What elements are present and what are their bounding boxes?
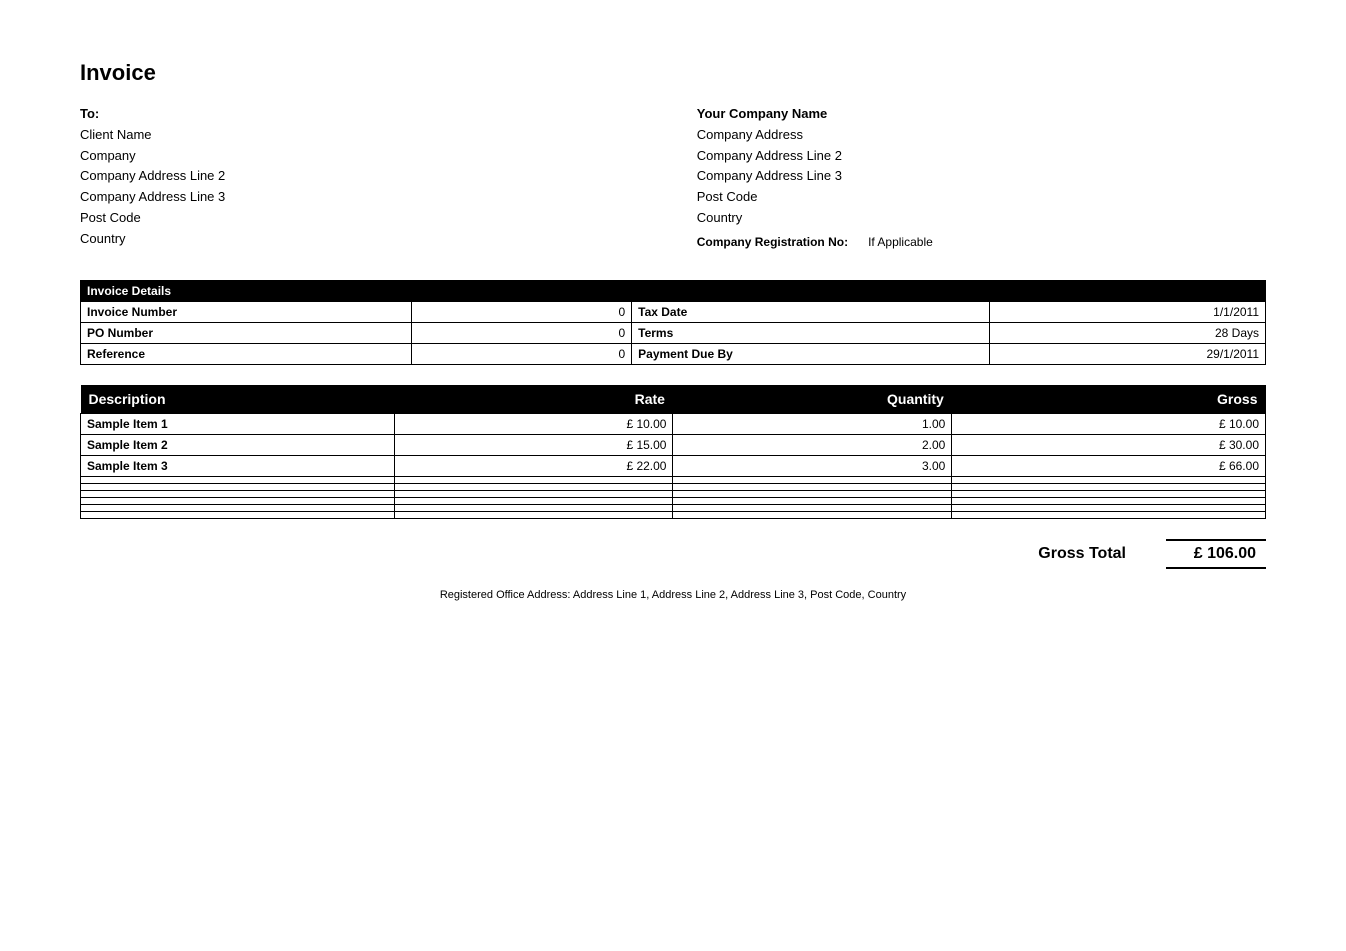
- seller-company-name: Your Company Name: [697, 104, 1266, 125]
- seller-address-line2: Company Address Line 2: [697, 146, 1266, 167]
- invoice-details-table: Invoice Details Invoice Number 0 Tax Dat…: [80, 280, 1266, 365]
- col-description: Description: [81, 385, 395, 414]
- item-gross: [952, 476, 1266, 483]
- details-row-1: Invoice Number 0 Tax Date 1/1/2011: [81, 301, 1266, 322]
- table-row: [81, 497, 1266, 504]
- tax-date-value: 1/1/2011: [990, 301, 1266, 322]
- client-address-line2: Company Address Line 2: [80, 166, 649, 187]
- gross-total-value: £ 106.00: [1166, 539, 1266, 569]
- payment-due-label: Payment Due By: [632, 343, 990, 364]
- item-description: Sample Item 2: [81, 434, 395, 455]
- item-quantity: [673, 497, 952, 504]
- items-header-row: Description Rate Quantity Gross: [81, 385, 1266, 414]
- reference-value: 0: [411, 343, 631, 364]
- po-number-label: PO Number: [81, 322, 412, 343]
- table-row: Sample Item 2 £ 15.00 2.00 £ 30.00: [81, 434, 1266, 455]
- item-rate: [394, 490, 673, 497]
- client-company: Company: [80, 146, 649, 167]
- items-table: Description Rate Quantity Gross Sample I…: [80, 385, 1266, 519]
- client-address: To: Client Name Company Company Address …: [80, 104, 649, 250]
- item-rate: [394, 483, 673, 490]
- item-quantity: [673, 490, 952, 497]
- item-gross: £ 66.00: [952, 455, 1266, 476]
- item-quantity: 3.00: [673, 455, 952, 476]
- item-quantity: [673, 476, 952, 483]
- invoice-number-value: 0: [411, 301, 631, 322]
- item-gross: [952, 511, 1266, 518]
- item-description: [81, 511, 395, 518]
- item-gross: [952, 490, 1266, 497]
- item-description: [81, 490, 395, 497]
- table-row: [81, 476, 1266, 483]
- invoice-details-header: Invoice Details: [81, 280, 1266, 301]
- details-row-3: Reference 0 Payment Due By 29/1/2011: [81, 343, 1266, 364]
- seller-country: Country: [697, 208, 1266, 229]
- item-rate: [394, 504, 673, 511]
- tax-date-label: Tax Date: [632, 301, 990, 322]
- invoice-number-label: Invoice Number: [81, 301, 412, 322]
- item-quantity: 2.00: [673, 434, 952, 455]
- item-rate: £ 10.00: [394, 413, 673, 434]
- header-section: To: Client Name Company Company Address …: [80, 104, 1266, 250]
- item-rate: [394, 476, 673, 483]
- client-post-code: Post Code: [80, 208, 649, 229]
- table-row: [81, 504, 1266, 511]
- item-gross: [952, 504, 1266, 511]
- gross-total-inner: Gross Total £ 106.00: [1038, 539, 1266, 569]
- registration-row: Company Registration No: If Applicable: [697, 235, 1266, 249]
- item-description: [81, 504, 395, 511]
- col-rate: Rate: [394, 385, 673, 414]
- item-quantity: [673, 504, 952, 511]
- item-quantity: 1.00: [673, 413, 952, 434]
- item-gross: £ 30.00: [952, 434, 1266, 455]
- table-row: [81, 483, 1266, 490]
- footer: Registered Office Address: Address Line …: [80, 589, 1266, 601]
- seller-post-code: Post Code: [697, 187, 1266, 208]
- reg-label: Company Registration No:: [697, 235, 848, 249]
- seller-address: Company Address: [697, 125, 1266, 146]
- item-description: [81, 483, 395, 490]
- seller-address: Your Company Name Company Address Compan…: [697, 104, 1266, 250]
- item-gross: £ 10.00: [952, 413, 1266, 434]
- invoice-title: Invoice: [80, 60, 1266, 86]
- reg-value: If Applicable: [868, 235, 933, 249]
- details-row-2: PO Number 0 Terms 28 Days: [81, 322, 1266, 343]
- table-row: Sample Item 1 £ 10.00 1.00 £ 10.00: [81, 413, 1266, 434]
- reference-label: Reference: [81, 343, 412, 364]
- table-row: [81, 511, 1266, 518]
- item-description: Sample Item 3: [81, 455, 395, 476]
- terms-label: Terms: [632, 322, 990, 343]
- gross-total-section: Gross Total £ 106.00: [80, 539, 1266, 569]
- col-gross: Gross: [952, 385, 1266, 414]
- item-description: Sample Item 1: [81, 413, 395, 434]
- payment-due-value: 29/1/2011: [990, 343, 1266, 364]
- col-quantity: Quantity: [673, 385, 952, 414]
- item-quantity: [673, 483, 952, 490]
- item-quantity: [673, 511, 952, 518]
- item-rate: [394, 497, 673, 504]
- item-rate: £ 22.00: [394, 455, 673, 476]
- terms-value: 28 Days: [990, 322, 1266, 343]
- gross-total-label: Gross Total: [1038, 545, 1126, 563]
- table-row: Sample Item 3 £ 22.00 3.00 £ 66.00: [81, 455, 1266, 476]
- client-address-line3: Company Address Line 3: [80, 187, 649, 208]
- item-gross: [952, 483, 1266, 490]
- item-description: [81, 476, 395, 483]
- to-label: To:: [80, 106, 99, 121]
- client-country: Country: [80, 229, 649, 250]
- item-description: [81, 497, 395, 504]
- table-row: [81, 490, 1266, 497]
- item-rate: £ 15.00: [394, 434, 673, 455]
- client-name: Client Name: [80, 125, 649, 146]
- item-gross: [952, 497, 1266, 504]
- po-number-value: 0: [411, 322, 631, 343]
- item-rate: [394, 511, 673, 518]
- seller-address-line3: Company Address Line 3: [697, 166, 1266, 187]
